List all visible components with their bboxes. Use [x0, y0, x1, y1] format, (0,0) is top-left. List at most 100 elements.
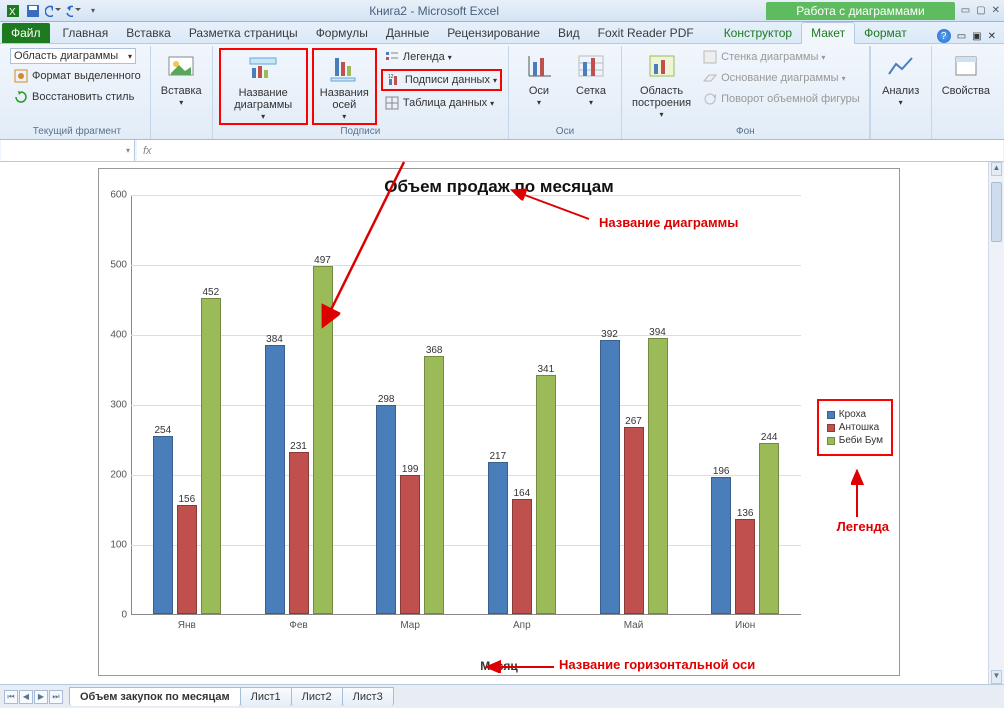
- window-title: Книга2 - Microsoft Excel: [102, 4, 766, 18]
- legend-item[interactable]: Беби Бум: [827, 435, 883, 446]
- undo-icon[interactable]: [44, 2, 62, 20]
- properties-button[interactable]: Свойства: [938, 48, 994, 98]
- fx-icon: fx: [143, 145, 152, 157]
- sheet-tab-3[interactable]: Лист3: [342, 687, 394, 706]
- legend-item[interactable]: Антошка: [827, 422, 883, 433]
- formula-input[interactable]: fx: [137, 140, 1003, 161]
- format-selection-button[interactable]: Формат выделенного: [10, 67, 144, 85]
- tab-nav-first[interactable]: ⏮: [4, 690, 18, 704]
- bar[interactable]: 452: [201, 298, 221, 614]
- quick-access-toolbar: X ▾: [4, 2, 102, 20]
- restore-window-icon[interactable]: ▣: [972, 31, 981, 42]
- data-label: 368: [426, 345, 443, 356]
- minimize-ribbon-icon[interactable]: ▭: [957, 31, 966, 42]
- axis-titles-button[interactable]: Названия осей▾: [312, 48, 377, 125]
- tab-design[interactable]: Конструктор: [715, 23, 801, 43]
- worksheet-area: Объем продаж по месяцам 0100200300400500…: [0, 162, 1004, 684]
- bar[interactable]: 156: [177, 505, 197, 614]
- insert-button[interactable]: Вставка▾: [157, 48, 206, 109]
- tab-insert[interactable]: Вставка: [117, 23, 180, 43]
- x-category-label: Май: [624, 620, 644, 631]
- tab-file[interactable]: Файл: [2, 23, 50, 43]
- chart-legend[interactable]: Кроха Антошка Беби Бум: [817, 399, 893, 456]
- tab-formulas[interactable]: Формулы: [307, 23, 377, 43]
- scroll-thumb[interactable]: [991, 182, 1002, 242]
- tab-layout[interactable]: Макет: [801, 22, 855, 44]
- legend-item[interactable]: Кроха: [827, 409, 883, 420]
- scroll-down-icon[interactable]: ▼: [991, 670, 1002, 684]
- excel-icon[interactable]: X: [4, 2, 22, 20]
- tab-foxit[interactable]: Foxit Reader PDF: [589, 23, 703, 43]
- rotation-button[interactable]: Поворот объемной фигуры: [699, 90, 863, 108]
- chart-object[interactable]: Объем продаж по месяцам 0100200300400500…: [98, 168, 900, 676]
- group-label-analysis: [877, 125, 925, 139]
- chart-floor-button[interactable]: Основание диаграммы▾: [699, 69, 863, 87]
- name-box[interactable]: ▾: [1, 140, 135, 161]
- data-label: 164: [513, 488, 530, 499]
- reset-style-button[interactable]: Восстановить стиль: [10, 88, 144, 106]
- scroll-up-icon[interactable]: ▲: [991, 162, 1002, 176]
- sheet-tab-1[interactable]: Лист1: [240, 687, 292, 706]
- bar[interactable]: 196: [711, 477, 731, 614]
- data-table-button[interactable]: Таблица данных▾: [381, 94, 502, 112]
- bar[interactable]: 217: [488, 462, 508, 614]
- data-labels-button[interactable]: 12Подписи данных▾: [381, 69, 502, 91]
- sheet-tab-active[interactable]: Объем закупок по месяцам: [69, 687, 241, 706]
- bar[interactable]: 384: [265, 345, 285, 614]
- legend-button[interactable]: Легенда▾: [381, 48, 502, 66]
- plot-area-button[interactable]: Область построения▾: [628, 48, 695, 121]
- maximize-icon[interactable]: ▢: [976, 5, 985, 16]
- bar[interactable]: 231: [289, 452, 309, 614]
- analysis-button[interactable]: Анализ▾: [877, 48, 925, 109]
- bar[interactable]: 392: [600, 340, 620, 614]
- group-current-selection: Область диаграммы▾ Формат выделенного Во…: [4, 46, 151, 139]
- sheet-tab-2[interactable]: Лист2: [291, 687, 343, 706]
- axes-button[interactable]: Оси▾: [515, 48, 563, 109]
- tab-nav-last[interactable]: ⏭: [49, 690, 63, 704]
- tab-nav-prev[interactable]: ◀: [19, 690, 33, 704]
- chart-title[interactable]: Объем продаж по месяцам: [99, 177, 899, 197]
- minimize-icon[interactable]: ▭: [961, 5, 970, 16]
- bar[interactable]: 368: [424, 356, 444, 614]
- bar[interactable]: 164: [512, 499, 532, 614]
- bar[interactable]: 244: [759, 443, 779, 614]
- help-icon[interactable]: ?: [937, 29, 951, 43]
- group-background: Область построения▾ Стенка диаграммы▾ Ос…: [622, 46, 870, 139]
- bar[interactable]: 497: [313, 266, 333, 614]
- tab-data[interactable]: Данные: [377, 23, 438, 43]
- save-icon[interactable]: [24, 2, 42, 20]
- close-workbook-icon[interactable]: ✕: [988, 31, 996, 42]
- tab-page-layout[interactable]: Разметка страницы: [180, 23, 307, 43]
- bar[interactable]: 199: [400, 475, 420, 614]
- axes-icon: [523, 51, 555, 83]
- bar[interactable]: 254: [153, 436, 173, 614]
- qat-customize-icon[interactable]: ▾: [84, 2, 102, 20]
- bar[interactable]: 341: [536, 375, 556, 614]
- tab-home[interactable]: Главная: [54, 23, 118, 43]
- tab-view[interactable]: Вид: [549, 23, 589, 43]
- chart-element-combo[interactable]: Область диаграммы▾: [10, 48, 136, 64]
- annotation-legend: Легенда: [837, 519, 889, 534]
- data-table-icon: [384, 95, 400, 111]
- wall-icon: [702, 49, 718, 65]
- group-label-background: Фон: [628, 125, 863, 139]
- close-icon[interactable]: ✕: [992, 5, 1000, 16]
- data-label: 394: [649, 327, 666, 338]
- plot-area[interactable]: 0100200300400500600Янв254156452Фев384231…: [131, 195, 801, 635]
- chart-wall-button[interactable]: Стенка диаграммы▾: [699, 48, 863, 66]
- bar[interactable]: 298: [376, 405, 396, 614]
- data-label: 452: [202, 287, 219, 298]
- bar[interactable]: 267: [624, 427, 644, 614]
- tab-format[interactable]: Формат: [855, 23, 916, 43]
- vertical-scrollbar[interactable]: ▲ ▼: [988, 162, 1004, 684]
- gridlines-button[interactable]: Сетка▾: [567, 48, 615, 109]
- bar[interactable]: 394: [648, 338, 668, 614]
- tab-review[interactable]: Рецензирование: [438, 23, 549, 43]
- x-category-label: Июн: [735, 620, 755, 631]
- x-axis-title[interactable]: Месяц: [99, 659, 899, 673]
- ribbon-tabs: Файл Главная Вставка Разметка страницы Ф…: [0, 22, 1004, 44]
- chart-title-button[interactable]: Название диаграммы▾: [219, 48, 308, 125]
- redo-icon[interactable]: [64, 2, 82, 20]
- bar[interactable]: 136: [735, 519, 755, 614]
- tab-nav-next[interactable]: ▶: [34, 690, 48, 704]
